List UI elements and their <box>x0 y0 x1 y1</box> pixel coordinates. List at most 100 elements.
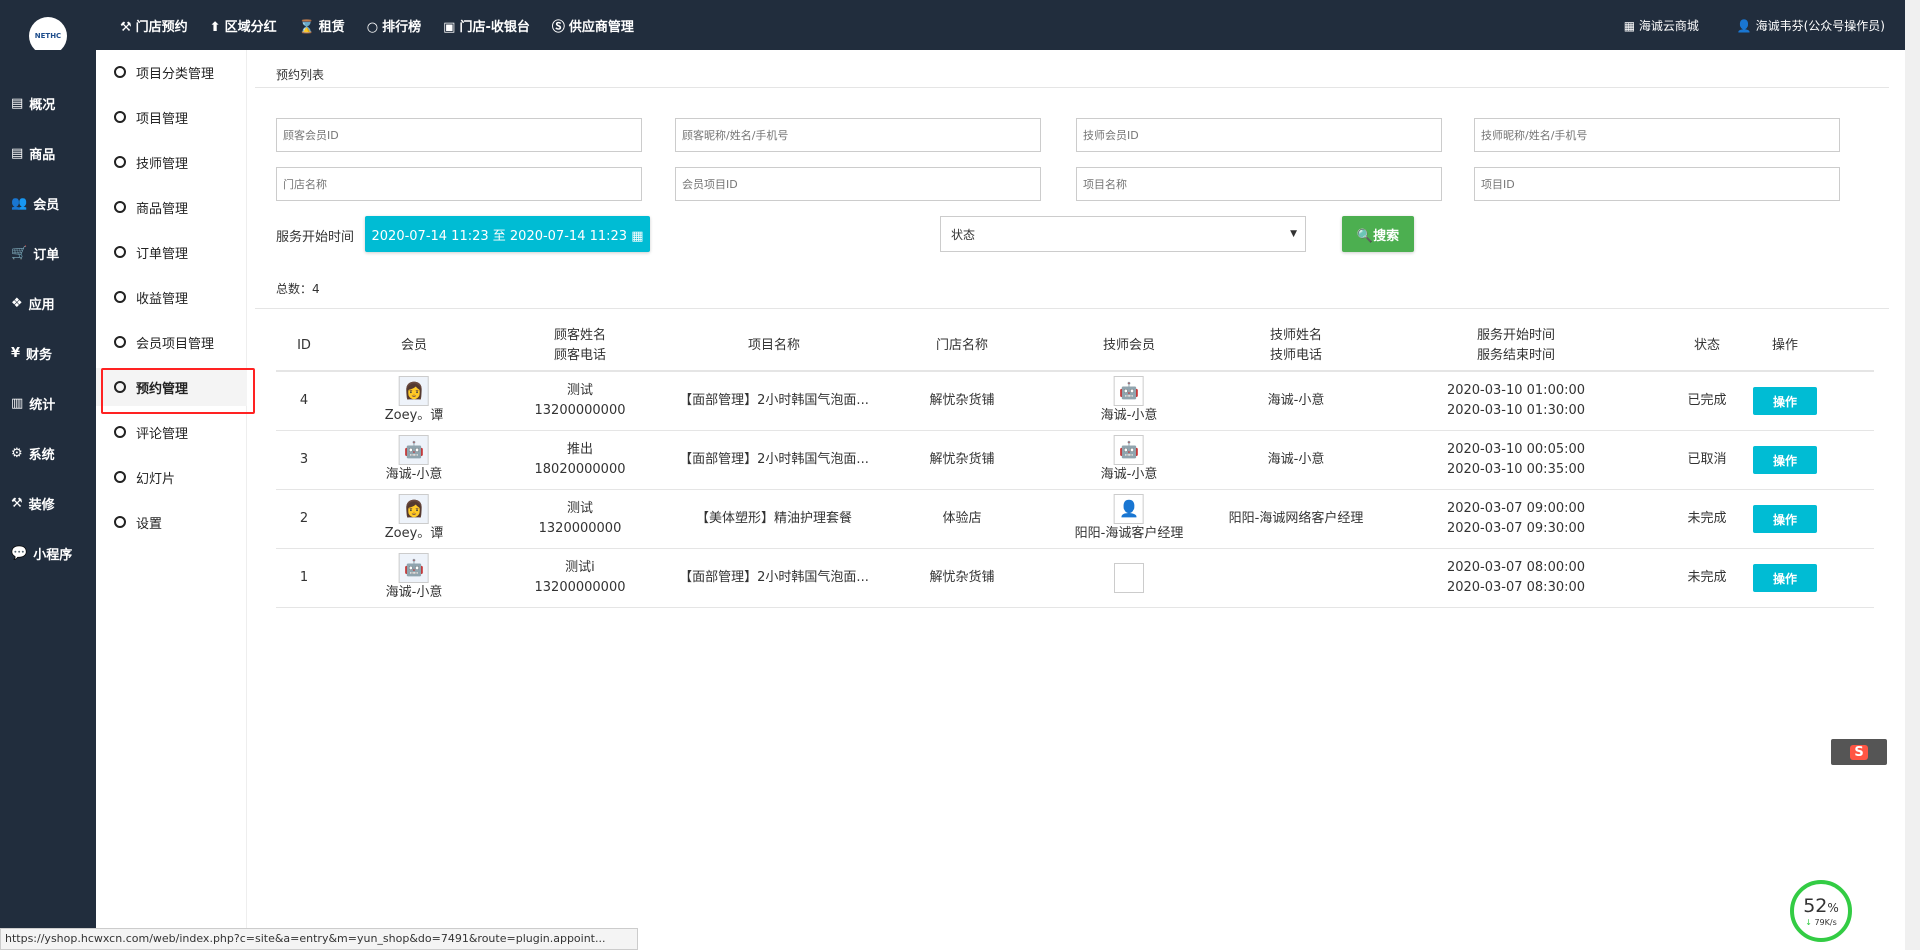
cubes-icon: ❖ <box>11 296 23 311</box>
time-label: 服务开始时间 <box>276 230 355 245</box>
cell-store: 体验店 <box>942 511 982 526</box>
leftnav-item[interactable]: 💬 小程序 <box>11 544 72 563</box>
member-project-id-input[interactable] <box>675 167 1041 201</box>
search-button[interactable]: 🔍搜索 <box>1342 216 1414 252</box>
th-time: 服务开始时间 服务结束时间 <box>1476 328 1556 363</box>
tech-name-input[interactable] <box>1474 118 1840 152</box>
th-tech: 技师会员 <box>1102 338 1156 353</box>
subnav-item[interactable]: 设置 <box>96 503 247 541</box>
table-row: 4 👩 Zoey。谭 测试 13200000000 【面部管理】2小时韩国气泡面..… <box>276 372 1874 431</box>
customer-name-input[interactable] <box>675 118 1041 152</box>
cash-icon: ▣ <box>443 19 456 35</box>
subnav-item[interactable]: 商品管理 <box>96 188 247 226</box>
cell-tech: 🤖 海诚-小意 <box>1101 431 1157 489</box>
table-header: ID 会员 顾客姓名 顾客电话 项目名称 门店名称 技师会员 技师姓名 技师电话 服… <box>276 322 1874 372</box>
cell-op: 操作 <box>1753 431 1817 489</box>
status-badge: 已取消 <box>1687 452 1727 467</box>
topnav-item[interactable]: Ⓢ 供应商管理 <box>552 16 634 35</box>
cell-time: 2020-03-07 09:00:00 2020-03-07 09:30:00 <box>1446 501 1586 536</box>
archive-icon: ▤ <box>11 96 24 111</box>
subnav-item[interactable]: 收益管理 <box>96 278 247 316</box>
avatar: 👤 <box>1113 494 1144 524</box>
cell-op: 操作 <box>1753 490 1817 548</box>
skype-icon: Ⓢ <box>551 19 565 35</box>
circle-icon <box>114 201 126 213</box>
user-menu[interactable]: 👤 海诚韦芬(公众号操作员) <box>1737 17 1885 34</box>
avatar <box>1114 563 1144 593</box>
topnav-item[interactable]: ▣ 门店-收银台 <box>443 16 530 35</box>
operate-button[interactable]: 操作 <box>1753 505 1817 533</box>
main-content: 预约列表 服务开始时间 2020-07-14 11:23 至 2020-07-1… <box>247 50 1905 950</box>
cell-customer: 测试 1320000000 <box>538 501 622 536</box>
operate-button[interactable]: 操作 <box>1753 564 1817 592</box>
subnav-item[interactable]: 项目分类管理 <box>96 53 247 91</box>
subnav-item[interactable]: 技师管理 <box>96 143 247 181</box>
leftnav-item[interactable]: ⚒ 装修 <box>11 494 55 513</box>
subnav-item[interactable]: 订单管理 <box>96 233 247 271</box>
gears-icon: ⚙ <box>11 446 23 461</box>
user-icon: 👤 <box>1736 18 1756 33</box>
left-nav: ▤ 概况 ▤ 商品 👥 会员 🛒 订单 ❖ 应用 ¥ 财务 ▥ 统计 ⚙ 系统 ⚒ 装修 💬 小程序 <box>0 50 96 950</box>
leftnav-item[interactable]: ⚙ 系统 <box>11 444 55 463</box>
status-bar: https://yshop.hcwxcn.com/web/index.php?c… <box>0 928 638 950</box>
network-widget[interactable]: 52% ↓ 79K/s <box>1790 880 1852 942</box>
customer-id-input[interactable] <box>276 118 642 152</box>
yen-icon: ¥ <box>11 346 21 361</box>
gavel-icon: ⚒ <box>120 19 132 35</box>
leftnav-item[interactable]: ▤ 商品 <box>11 144 55 163</box>
status-badge: 已完成 <box>1687 393 1727 408</box>
circle-icon <box>114 66 126 78</box>
search-icon: 🔍 <box>1356 228 1374 244</box>
subnav-item[interactable]: 幻灯片 <box>96 458 247 496</box>
store-name-input[interactable] <box>276 167 642 201</box>
th-op: 操作 <box>1771 338 1799 353</box>
leftnav-item[interactable]: ▤ 概况 <box>11 94 55 113</box>
topnav-item[interactable]: ⚒ 门店预约 <box>120 16 188 35</box>
topnav-item[interactable]: ⬆ 区域分红 <box>210 16 277 35</box>
table-row: 2 👩 Zoey。谭 测试 1320000000 【美体塑形】精油护理套餐 体验店 … <box>276 490 1874 549</box>
cell-op: 操作 <box>1753 372 1817 430</box>
cell-member: 🤖 海诚-小意 <box>386 549 442 607</box>
avatar: 👩 <box>399 494 429 524</box>
th-project: 项目名称 <box>747 338 801 353</box>
page-title: 预约列表 <box>276 68 325 82</box>
top-right: ▦ 海诚云商城 👤 海诚韦芬(公众号操作员) <box>1624 0 1885 50</box>
circle-icon <box>114 471 126 483</box>
leftnav-item[interactable]: 👥 会员 <box>11 194 59 213</box>
operate-button[interactable]: 操作 <box>1753 446 1817 474</box>
divider <box>255 308 1889 309</box>
leftnav-item[interactable]: ▥ 统计 <box>11 394 55 413</box>
cell-time: 2020-03-10 01:00:00 2020-03-10 01:30:00 <box>1446 383 1586 418</box>
topnav-item[interactable]: ○ 排行榜 <box>367 16 421 35</box>
status-select[interactable]: 状态 ▼ <box>940 216 1306 252</box>
operate-button[interactable]: 操作 <box>1753 387 1817 415</box>
cell-tech <box>1114 549 1144 607</box>
status-badge: 未完成 <box>1687 511 1727 526</box>
avatar: 👩 <box>399 376 429 406</box>
project-id-input[interactable] <box>1474 167 1840 201</box>
cell-project: 【美体塑形】精油护理套餐 <box>695 511 853 526</box>
leftnav-item[interactable]: 🛒 订单 <box>11 244 59 263</box>
subnav-item[interactable]: 评论管理 <box>96 413 247 451</box>
shop-link[interactable]: ▦ 海诚云商城 <box>1624 17 1699 34</box>
cell-tech-name: 海诚-小意 <box>1267 452 1325 467</box>
circle-icon <box>114 246 126 258</box>
cell-tech: 🤖 海诚-小意 <box>1101 372 1157 430</box>
tech-id-input[interactable] <box>1076 118 1442 152</box>
subnav-item[interactable]: 会员项目管理 <box>96 323 247 361</box>
ime-toolbar[interactable]: S <box>1831 739 1887 765</box>
project-name-input[interactable] <box>1076 167 1442 201</box>
subnav-item[interactable]: 项目管理 <box>96 98 247 136</box>
cart-icon: 🛒 <box>11 246 28 261</box>
cell-store: 解忧杂货铺 <box>929 393 995 408</box>
circle-icon <box>114 291 126 303</box>
calendar-icon: ▦ <box>631 228 644 244</box>
cell-id: 3 <box>299 452 309 467</box>
date-range-picker[interactable]: 2020-07-14 11:23 至 2020-07-14 11:23 ▦ <box>365 216 650 252</box>
leftnav-item[interactable]: ¥ 财务 <box>11 344 52 363</box>
scrollbar[interactable] <box>1905 0 1920 950</box>
topnav-item[interactable]: ⌛ 租赁 <box>299 16 345 35</box>
th-status: 状态 <box>1693 338 1721 353</box>
cell-tech: 👤 阳阳-海诚客户经理 <box>1075 490 1183 548</box>
leftnav-item[interactable]: ❖ 应用 <box>11 294 55 313</box>
